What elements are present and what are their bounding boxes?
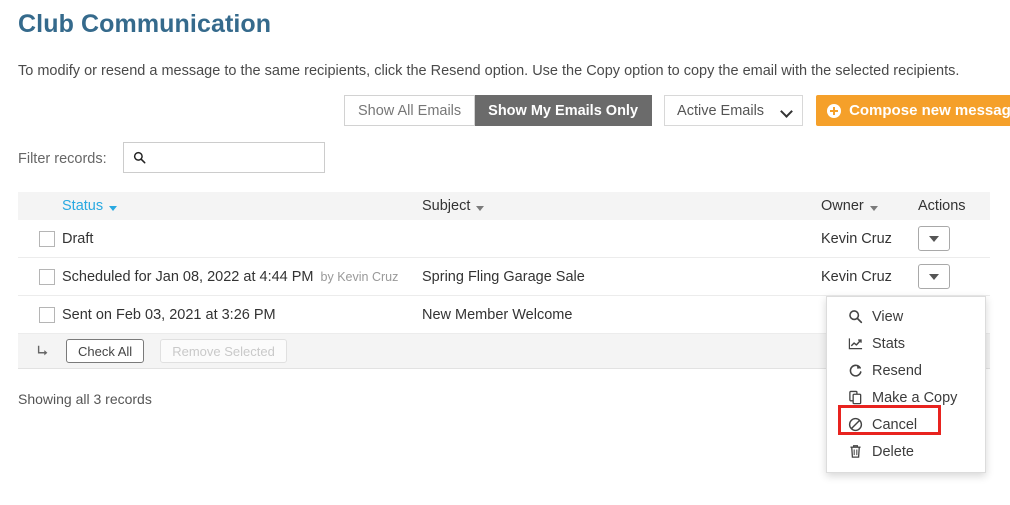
row-actions-cell: [918, 264, 990, 289]
search-icon: [133, 151, 146, 164]
row-actions-dropdown-button[interactable]: [918, 226, 950, 251]
chart-line-icon: [848, 336, 863, 351]
menu-item-make-a-copy[interactable]: Make a Copy: [827, 384, 985, 411]
header-actions-label: Actions: [918, 198, 990, 214]
row-checkbox[interactable]: [39, 269, 55, 285]
row-status-text: Sent on Feb 03, 2021 at 3:26 PM: [62, 307, 276, 323]
chevron-down-icon: [782, 106, 792, 116]
header-subject-cell: Subject: [422, 198, 821, 214]
row-subject-cell: Spring Fling Garage Sale: [422, 269, 821, 285]
toolbar: Show All Emails Show My Emails Only Acti…: [344, 95, 1010, 126]
menu-item-make-a-copy-label: Make a Copy: [872, 390, 957, 406]
row-checkbox[interactable]: [39, 307, 55, 323]
row-owner-cell: Kevin Cruz: [821, 231, 918, 247]
row-checkbox[interactable]: [39, 231, 55, 247]
row-status-byline: by Kevin Cruz: [321, 270, 399, 284]
search-icon: [848, 309, 863, 324]
filter-records-field[interactable]: [123, 142, 325, 173]
page-title: Club Communication: [18, 10, 271, 39]
caret-down-icon: [109, 206, 117, 211]
email-scope-toggle-group: Show All Emails Show My Emails Only: [344, 95, 652, 126]
menu-item-cancel-label: Cancel: [872, 417, 917, 433]
header-owner-label: Owner: [821, 198, 864, 214]
show-my-emails-only-button[interactable]: Show My Emails Only: [475, 95, 652, 126]
row-actions-cell: [918, 226, 990, 251]
row-status-cell: Scheduled for Jan 08, 2022 at 4:44 PM by…: [62, 269, 422, 285]
row-status-text: Draft: [62, 231, 93, 247]
search-input[interactable]: [152, 149, 316, 167]
table-row: Scheduled for Jan 08, 2022 at 4:44 PM by…: [18, 258, 990, 296]
arrow-turn-down-right-icon: [36, 344, 50, 358]
row-actions-menu: View Stats Resend Make a Copy: [826, 296, 986, 473]
menu-item-delete-label: Delete: [872, 444, 914, 460]
menu-item-view-label: View: [872, 309, 903, 325]
row-checkbox-cell: [18, 307, 62, 323]
table-header-row: Status Subject Owner Actions: [18, 192, 990, 220]
page-description: To modify or resend a message to the sam…: [18, 63, 959, 79]
row-actions-dropdown-button[interactable]: [918, 264, 950, 289]
menu-item-resend[interactable]: Resend: [827, 357, 985, 384]
row-status-cell: Sent on Feb 03, 2021 at 3:26 PM: [62, 307, 422, 323]
row-owner-cell: Kevin Cruz: [821, 269, 918, 285]
caret-down-icon: [870, 206, 878, 211]
sort-by-subject[interactable]: Subject: [422, 198, 484, 214]
header-status-cell: Status: [62, 198, 422, 214]
caret-down-icon: [929, 236, 939, 242]
menu-item-stats[interactable]: Stats: [827, 330, 985, 357]
plus-circle-icon: [827, 104, 841, 118]
header-status-label: Status: [62, 198, 103, 214]
row-status-cell: Draft: [62, 231, 422, 247]
copy-icon: [848, 390, 863, 405]
check-all-button[interactable]: Check All: [66, 339, 144, 363]
menu-item-view[interactable]: View: [827, 303, 985, 330]
header-subject-label: Subject: [422, 198, 470, 214]
caret-down-icon: [929, 274, 939, 280]
table-row: Draft Kevin Cruz: [18, 220, 990, 258]
remove-selected-button: Remove Selected: [160, 339, 287, 363]
menu-item-stats-label: Stats: [872, 336, 905, 352]
menu-item-delete[interactable]: Delete: [827, 438, 985, 465]
refresh-icon: [848, 363, 863, 378]
trash-icon: [848, 444, 863, 459]
show-all-emails-button[interactable]: Show All Emails: [344, 95, 475, 126]
row-checkbox-cell: [18, 269, 62, 285]
email-status-select[interactable]: Active Emails: [664, 95, 803, 126]
caret-down-icon: [476, 206, 484, 211]
ban-icon: [848, 417, 863, 432]
row-checkbox-cell: [18, 231, 62, 247]
records-count-note: Showing all 3 records: [18, 391, 152, 407]
menu-item-cancel[interactable]: Cancel: [827, 411, 985, 438]
header-owner-cell: Owner: [821, 198, 918, 214]
compose-new-message-button[interactable]: Compose new message: [816, 95, 1010, 126]
sort-by-owner[interactable]: Owner: [821, 198, 878, 214]
email-status-select-value: Active Emails: [677, 103, 764, 119]
row-status-text: Scheduled for Jan 08, 2022 at 4:44 PM: [62, 269, 314, 285]
sort-by-status[interactable]: Status: [62, 198, 117, 214]
compose-new-message-label: Compose new message: [849, 102, 1010, 119]
filter-records-label: Filter records:: [18, 151, 107, 167]
menu-item-resend-label: Resend: [872, 363, 922, 379]
row-subject-cell: New Member Welcome: [422, 307, 821, 323]
